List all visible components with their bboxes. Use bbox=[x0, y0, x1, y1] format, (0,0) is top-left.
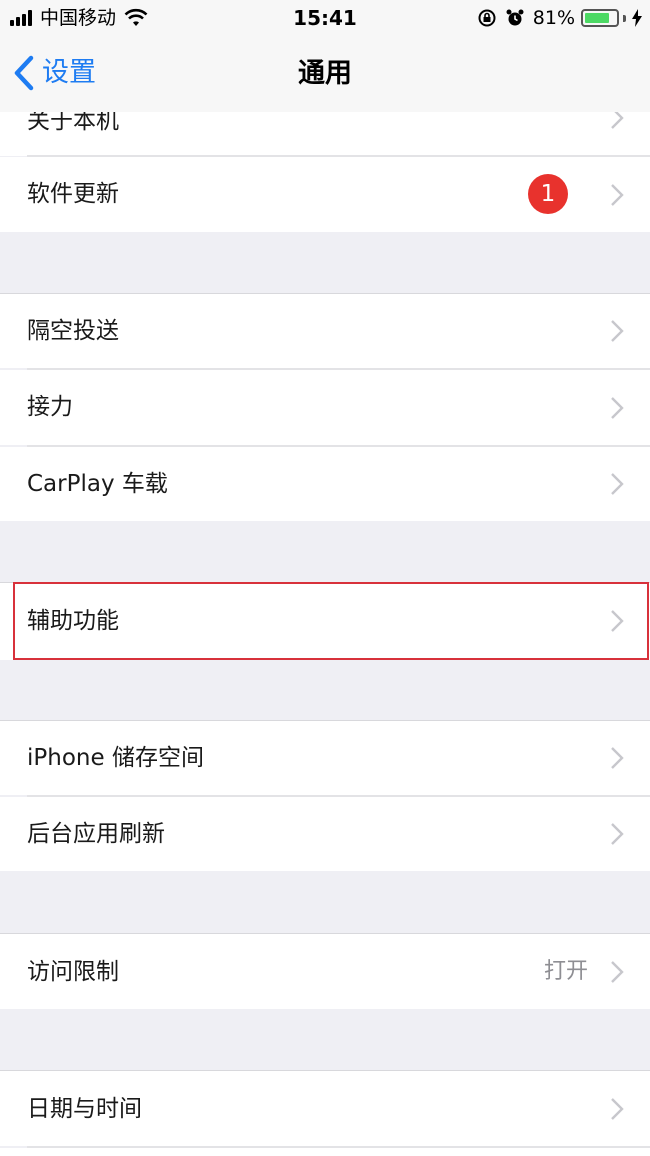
list-item-handoff[interactable]: 接力 bbox=[0, 370, 650, 445]
list-item-background-refresh[interactable]: 后台应用刷新 bbox=[0, 797, 650, 871]
list-item-label: 访问限制 bbox=[27, 959, 119, 985]
battery-icon bbox=[581, 9, 619, 27]
page-title: 通用 bbox=[298, 58, 352, 89]
chevron-right-icon bbox=[611, 747, 624, 769]
list-item-label: iPhone 储存空间 bbox=[27, 745, 204, 771]
notification-badge: 1 bbox=[528, 174, 568, 214]
list-item-next[interactable] bbox=[0, 1148, 650, 1156]
restrictions-value: 打开 bbox=[543, 959, 588, 984]
list-item-label: 关于本机 bbox=[27, 112, 119, 134]
chevron-right-icon bbox=[611, 473, 624, 495]
chevron-right-icon bbox=[611, 1098, 624, 1120]
list-item-iphone-storage[interactable]: iPhone 储存空间 bbox=[0, 721, 650, 795]
chevron-right-icon bbox=[611, 823, 624, 845]
chevron-right-icon bbox=[611, 320, 624, 342]
list-item-label: 接力 bbox=[27, 394, 73, 420]
list-item-about[interactable]: 关于本机 bbox=[0, 112, 650, 156]
chevron-right-icon bbox=[611, 184, 624, 206]
battery-percent: 81% bbox=[532, 7, 575, 29]
list-item-label: 隔空投送 bbox=[27, 318, 119, 344]
list-item-accessibility[interactable]: 辅助功能 bbox=[0, 583, 650, 660]
chevron-right-icon bbox=[611, 397, 624, 419]
list-item-airdrop[interactable]: 隔空投送 bbox=[0, 294, 650, 368]
list-item-label: 日期与时间 bbox=[27, 1096, 142, 1122]
list-item-restrictions[interactable]: 访问限制 打开 bbox=[0, 934, 650, 1009]
navigation-bar: 设置 通用 bbox=[0, 38, 650, 113]
list-item-label: 软件更新 bbox=[27, 181, 119, 207]
list-item-label: 后台应用刷新 bbox=[27, 821, 165, 847]
chevron-right-icon bbox=[611, 112, 624, 129]
list-item-label: CarPlay 车载 bbox=[27, 471, 168, 497]
orientation-lock-icon bbox=[478, 9, 496, 27]
alarm-icon bbox=[506, 9, 524, 26]
battery-cap bbox=[623, 14, 626, 22]
charging-bolt-icon bbox=[632, 9, 642, 27]
status-bar: 中国移动 15:41 81% bbox=[0, 0, 650, 38]
list-item-label: 辅助功能 bbox=[27, 608, 119, 634]
list-item-carplay[interactable]: CarPlay 车载 bbox=[0, 447, 650, 521]
list-item-software-update[interactable]: 软件更新 1 bbox=[0, 157, 650, 232]
chevron-right-icon bbox=[611, 610, 624, 632]
chevron-right-icon bbox=[611, 961, 624, 983]
list-item-date-time[interactable]: 日期与时间 bbox=[0, 1071, 650, 1146]
